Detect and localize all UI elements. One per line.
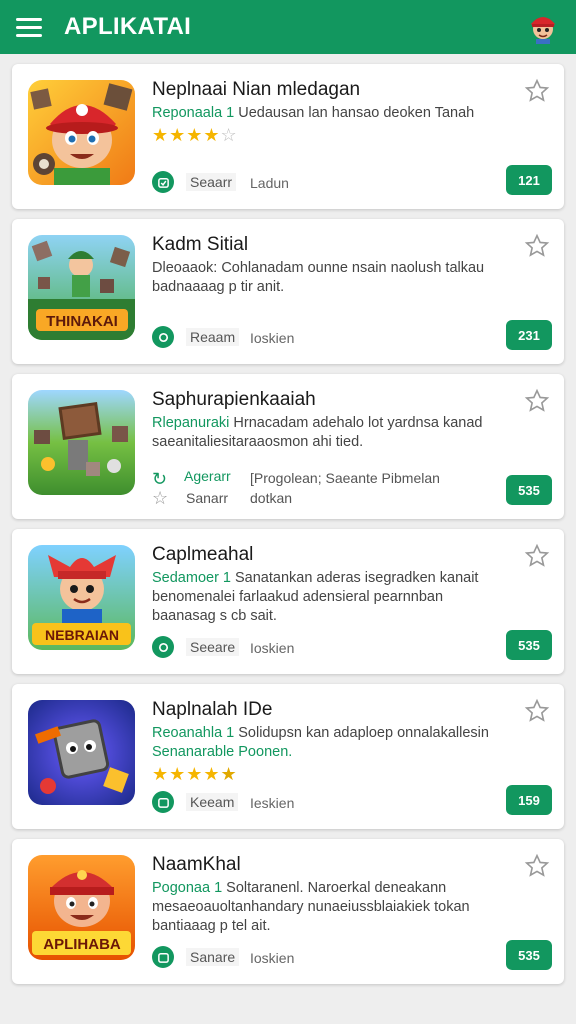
- app-card[interactable]: Neplnaai Nian mledagan Reponaala 1 Uedaus…: [12, 64, 564, 209]
- app-card[interactable]: NEBRAIAN Caplmeahal Sedamoer 1 Sanatankan…: [12, 529, 564, 674]
- app-description: Reponaala 1 Uedausan lan hansao deoken Ta…: [152, 105, 475, 121]
- app-thumbnail: [28, 390, 135, 495]
- verified-icon: [152, 791, 174, 813]
- app-thumbnail: NEBRAIAN: [28, 545, 135, 650]
- install-button[interactable]: 231: [506, 320, 552, 350]
- install-button[interactable]: 159: [506, 785, 552, 815]
- app-meta-label: Reaam: [186, 328, 240, 346]
- verified-icon: [152, 326, 174, 348]
- app-meta-status: Ladun: [250, 175, 289, 191]
- app-meta-status: Ioskien: [250, 950, 295, 966]
- app-title-text: Naplnalah IDe: [152, 699, 273, 720]
- favorite-star-icon[interactable]: [524, 853, 550, 879]
- verified-icon: [152, 636, 174, 658]
- rating-stars: ★★★★★: [152, 764, 238, 784]
- app-card[interactable]: APLIHABA NaamKhal Pogonaa 1 Soltaranenl. …: [12, 839, 564, 984]
- app-description: Sedamoer 1 Sanatankan aderas isegradken k…: [152, 570, 479, 624]
- favorite-star-icon[interactable]: [524, 698, 550, 724]
- app-list: Neplnaai Nian mledagan Reponaala 1 Uedaus…: [12, 64, 564, 994]
- app-title-text: Kadm Sitial: [152, 234, 249, 255]
- favorite-star-icon[interactable]: [524, 388, 550, 414]
- app-title-text: Saphurapienkaaiah: [152, 389, 316, 410]
- verified-icon: [152, 171, 174, 193]
- developer-name: Reponaala 1: [152, 105, 235, 121]
- install-button[interactable]: 535: [506, 475, 552, 505]
- rating-stars: ★★★★☆: [152, 125, 238, 145]
- favorite-star-icon[interactable]: [524, 78, 550, 104]
- favorite-star-icon[interactable]: [524, 543, 550, 569]
- app-thumbnail: [28, 80, 135, 185]
- install-button[interactable]: 535: [506, 940, 552, 970]
- app-title-text: Caplmeahal: [152, 544, 254, 565]
- profile-avatar-icon[interactable]: [526, 10, 560, 44]
- developer-name: Reoanahla 1: [152, 725, 235, 741]
- app-meta-label: Seaarr: [186, 173, 237, 191]
- install-button[interactable]: 535: [506, 630, 552, 660]
- app-description: Pogonaa 1 Soltaranenl. Naroerkal deneakan…: [152, 880, 470, 934]
- app-card[interactable]: Saphurapienkaaiah Rlepanuraki Hrnacadam a…: [12, 374, 564, 519]
- app-thumbnail: APLIHABA: [28, 855, 135, 960]
- install-button[interactable]: 121: [506, 165, 552, 195]
- app-meta-status: Ieskien: [250, 795, 295, 811]
- app-meta-label: Keeam: [186, 793, 239, 811]
- developer-name: Rlepanuraki: [152, 415, 230, 431]
- app-meta-tag: Sanarr: [186, 490, 229, 506]
- app-description: Rlepanuraki Hrnacadam adehalo lot yardnsa…: [152, 415, 483, 450]
- app-description: Dleoaaok: Cohlanadam ounne nsain naolush…: [152, 260, 485, 295]
- svg-text:APLIHABA: APLIHABA: [43, 936, 121, 953]
- developer-name: Sedamoer 1: [152, 570, 231, 586]
- app-card[interactable]: Naplnalah IDe Reoanahla 1 Solidupsn kan a…: [12, 684, 564, 829]
- app-meta-label: Seeare: [186, 638, 240, 656]
- hamburger-menu-icon[interactable]: [16, 12, 46, 42]
- app-bar: APLIKATAI: [0, 0, 576, 54]
- app-description: Reoanahla 1 Solidupsn kan adaploep onnala…: [152, 725, 489, 760]
- app-meta-status: Ioskien: [250, 640, 295, 656]
- app-card[interactable]: THINAKAI Kadm Sitial Dleoaaok: Cohlanada…: [12, 219, 564, 364]
- refresh-icon: ↻: [152, 469, 168, 489]
- app-title: APLIKATAI: [64, 13, 192, 40]
- svg-text:THINAKAI: THINAKAI: [46, 313, 118, 330]
- developer-name: Pogonaa 1: [152, 880, 223, 896]
- app-meta-label: Agerarr: [184, 468, 231, 484]
- app-meta-label: Sanare: [186, 948, 240, 966]
- favorite-star-icon[interactable]: [524, 233, 550, 259]
- app-meta-status: Ioskien: [250, 330, 295, 346]
- outline-star-icon: ☆: [152, 488, 169, 508]
- app-thumbnail: [28, 700, 135, 805]
- app-title-text: Neplnaai Nian mledagan: [152, 79, 361, 100]
- app-meta-status: [Progolean; Saeante Pibmelan dotkan: [250, 470, 440, 506]
- app-thumbnail: THINAKAI: [28, 235, 135, 340]
- app-title-text: NaamKhal: [152, 854, 241, 875]
- svg-text:NEBRAIAN: NEBRAIAN: [45, 627, 119, 643]
- verified-icon: [152, 946, 174, 968]
